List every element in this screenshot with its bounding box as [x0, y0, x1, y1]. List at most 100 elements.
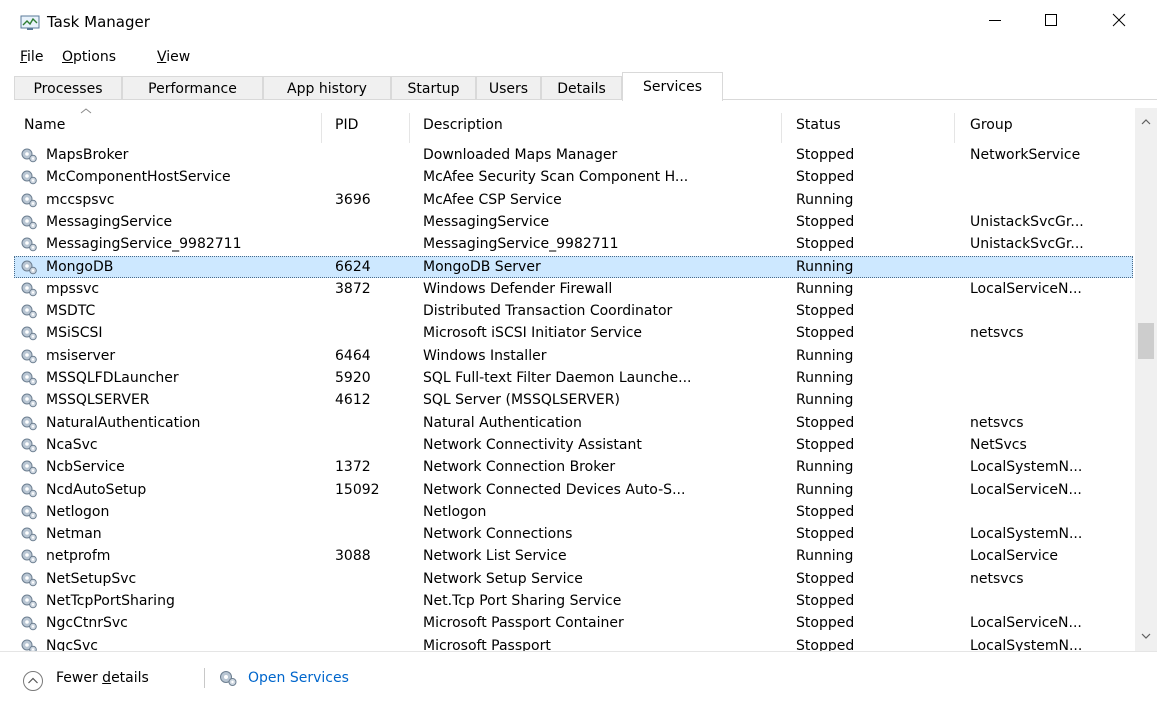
cell-group: LocalSystemN...	[970, 526, 1083, 543]
tab-app-history[interactable]: App history	[263, 76, 391, 100]
table-row[interactable]: MSiSCSI Microsoft iSCSI Initiator Service…	[14, 322, 1133, 344]
column-divider[interactable]	[409, 113, 410, 143]
cell-description: Natural Authentication	[423, 414, 582, 431]
table-row[interactable]: mpssvc 3872 Windows Defender Firewall Runni…	[14, 278, 1133, 300]
cell-name: NcaSvc	[46, 436, 98, 453]
window-title: Task Manager	[47, 13, 150, 31]
menu-options[interactable]: Options	[62, 49, 116, 65]
table-row[interactable]: mccspsvc 3696 McAfee CSP Service Running	[14, 189, 1133, 211]
cell-description: Microsoft iSCSI Initiator Service	[423, 325, 643, 342]
cell-name: MongoDB	[46, 258, 114, 275]
cell-group: LocalServiceN...	[970, 615, 1082, 632]
service-gear-icon	[21, 193, 37, 207]
service-gear-icon	[21, 549, 37, 564]
fewer-details-link[interactable]: Fewer details	[56, 670, 149, 686]
vertical-scrollbar[interactable]	[1135, 108, 1157, 651]
table-row[interactable]: Netman Network Connections Stopped LocalSys…	[14, 523, 1133, 545]
table-row-selected[interactable]: MongoDB 6624 MongoDB Server Running	[14, 255, 1133, 278]
column-divider[interactable]	[954, 113, 955, 143]
minimize-button[interactable]	[967, 0, 1023, 40]
cell-name: Netlogon	[46, 503, 110, 520]
scroll-up-button[interactable]	[1135, 112, 1157, 132]
cell-name: MessagingService	[46, 213, 173, 230]
maximize-button[interactable]	[1023, 0, 1079, 40]
cell-description: Microsoft Passport	[423, 637, 551, 651]
menu-view[interactable]: View	[157, 49, 190, 65]
table-row[interactable]: MessagingService_9982711 MessagingService…	[14, 233, 1133, 255]
cell-description: Distributed Transaction Coordinator	[423, 303, 673, 320]
scroll-thumb[interactable]	[1138, 323, 1154, 359]
column-divider[interactable]	[781, 113, 782, 143]
cell-description: Network Connection Broker	[423, 459, 616, 476]
service-gear-icon	[21, 416, 37, 430]
tab-details[interactable]: Details	[541, 76, 622, 100]
table-row[interactable]: NetTcpPortSharing Net.Tcp Port Sharing Se…	[14, 590, 1133, 612]
cell-status: Running	[796, 459, 854, 476]
table-row[interactable]: NaturalAuthentication Natural Authenticat…	[14, 412, 1133, 434]
cell-description: MessagingService	[423, 213, 550, 230]
table-row[interactable]: MSDTC Distributed Transaction Coordinator…	[14, 300, 1133, 322]
cell-name: NcdAutoSetup	[46, 481, 147, 498]
column-header-status[interactable]: Status	[796, 117, 841, 133]
cell-status: Running	[796, 280, 854, 297]
column-header-description[interactable]: Description	[423, 117, 503, 133]
cell-status: Running	[796, 258, 854, 275]
cell-description: SQL Server (MSSQLSERVER)	[423, 392, 620, 409]
cell-description: Microsoft Passport Container	[423, 615, 624, 632]
tab-services[interactable]: Services	[622, 72, 723, 101]
tab-startup[interactable]: Startup	[391, 76, 476, 100]
service-gear-icon	[21, 438, 37, 453]
table-row[interactable]: NgcSvc Microsoft Passport Stopped LocalSyst…	[14, 635, 1133, 651]
table-row[interactable]: NcdAutoSetup 15092 Network Connected Devic…	[14, 479, 1133, 501]
table-row[interactable]: NcbService 1372 Network Connection Broker R…	[14, 456, 1133, 478]
cell-description: Network Setup Service	[423, 570, 583, 587]
cell-pid: 4612	[335, 392, 371, 409]
cell-name: MessagingService_9982711	[46, 236, 242, 253]
cell-description: SQL Full-text Filter Daemon Launche...	[423, 370, 692, 386]
table-row[interactable]: MSSQLSERVER 4612 SQL Server (MSSQLSERVER) R…	[14, 389, 1133, 411]
cell-status: Stopped	[796, 169, 855, 186]
cell-status: Stopped	[796, 213, 855, 230]
cell-group: LocalSystemN...	[970, 637, 1083, 651]
column-divider[interactable]	[321, 113, 322, 143]
cell-name: msiserver	[46, 347, 116, 364]
tab-users[interactable]: Users	[476, 76, 541, 100]
footer-separator	[204, 668, 205, 688]
column-header-group[interactable]: Group	[970, 117, 1013, 133]
cell-group: LocalSystemN...	[970, 459, 1083, 476]
menu-file[interactable]: File	[20, 49, 43, 65]
table-row[interactable]: NgcCtnrSvc Microsoft Passport Container St…	[14, 612, 1133, 634]
title-bar[interactable]: Task Manager	[0, 0, 1157, 40]
service-gear-icon	[21, 616, 37, 631]
column-header-pid[interactable]: PID	[335, 117, 358, 133]
scroll-down-button[interactable]	[1135, 626, 1157, 646]
cell-description: MessagingService_9982711	[423, 236, 619, 253]
table-row[interactable]: MessagingService MessagingService Stopped U…	[14, 211, 1133, 233]
tab-performance[interactable]: Performance	[122, 76, 263, 100]
cell-name: NaturalAuthentication	[46, 414, 201, 431]
chevron-up-icon	[1141, 119, 1151, 125]
cell-name: MSDTC	[46, 303, 96, 320]
table-row[interactable]: NcaSvc Network Connectivity Assistant Stop…	[14, 434, 1133, 456]
table-row[interactable]: netprofm 3088 Network List Service Running L…	[14, 545, 1133, 567]
cell-status: Stopped	[796, 637, 855, 651]
column-header-name[interactable]: Name	[24, 108, 92, 133]
service-gear-icon	[21, 215, 37, 230]
cell-name: MSiSCSI	[46, 325, 103, 342]
service-gear-icon	[21, 260, 37, 274]
table-row[interactable]: Netlogon Netlogon Stopped	[14, 501, 1133, 523]
cell-group: LocalService	[970, 548, 1059, 565]
fewer-details-chevron-up-icon[interactable]	[22, 670, 44, 692]
tab-divider	[14, 99, 1157, 100]
table-row[interactable]: MapsBroker Downloaded Maps Manager Stopped…	[14, 144, 1133, 166]
cell-name: NcbService	[46, 459, 125, 476]
service-gear-icon	[21, 393, 37, 408]
open-services-link[interactable]: Open Services	[248, 670, 349, 686]
table-row[interactable]: msiserver 6464 Windows Installer Running	[14, 345, 1133, 367]
table-row[interactable]: McComponentHostService McAfee Security Sc…	[14, 166, 1133, 188]
tab-processes[interactable]: Processes	[14, 76, 122, 100]
table-row[interactable]: MSSQLFDLauncher 5920 SQL Full-text Filter …	[14, 367, 1133, 389]
service-gear-icon	[21, 326, 37, 341]
table-row[interactable]: NetSetupSvc Network Setup Service Stopped n…	[14, 568, 1133, 590]
close-button[interactable]	[1091, 0, 1147, 40]
